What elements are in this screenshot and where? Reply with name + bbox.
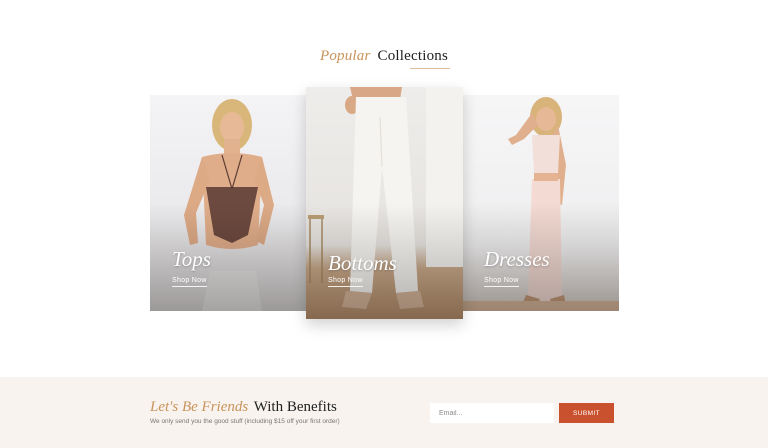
newsletter-heading: Let's Be Friends With Benefits xyxy=(150,399,337,416)
heading-underline xyxy=(410,68,450,69)
collection-title-dresses: Dresses xyxy=(484,247,550,271)
shop-now-link-tops[interactable]: Shop Now xyxy=(172,277,207,287)
collection-card-tops[interactable]: Tops Shop Now xyxy=(150,95,307,311)
collection-title-bottoms: Bottoms xyxy=(328,251,397,275)
newsletter-heading-accent: Let's Be Friends xyxy=(150,399,249,415)
page: Popular Collections Tops Shop Now Bottom… xyxy=(0,0,768,448)
email-field[interactable] xyxy=(430,403,554,423)
newsletter-heading-main: With Benefits xyxy=(253,399,337,415)
submit-button[interactable]: SUBMIT xyxy=(559,403,614,423)
shop-now-link-bottoms[interactable]: Shop Now xyxy=(328,277,363,287)
collections-heading-accent: Popular xyxy=(319,48,371,64)
shop-now-link-dresses[interactable]: Shop Now xyxy=(484,277,519,287)
newsletter-subtext: We only send you the good stuff (includi… xyxy=(150,418,340,425)
collections-heading-main: Collections xyxy=(377,48,449,64)
collections-heading: Popular Collections xyxy=(0,48,768,65)
collection-title-tops: Tops xyxy=(172,247,211,271)
collection-card-dresses[interactable]: Dresses Shop Now xyxy=(462,95,619,311)
newsletter-section: Let's Be Friends With Benefits We only s… xyxy=(0,377,768,448)
collection-card-bottoms[interactable]: Bottoms Shop Now xyxy=(306,87,463,319)
